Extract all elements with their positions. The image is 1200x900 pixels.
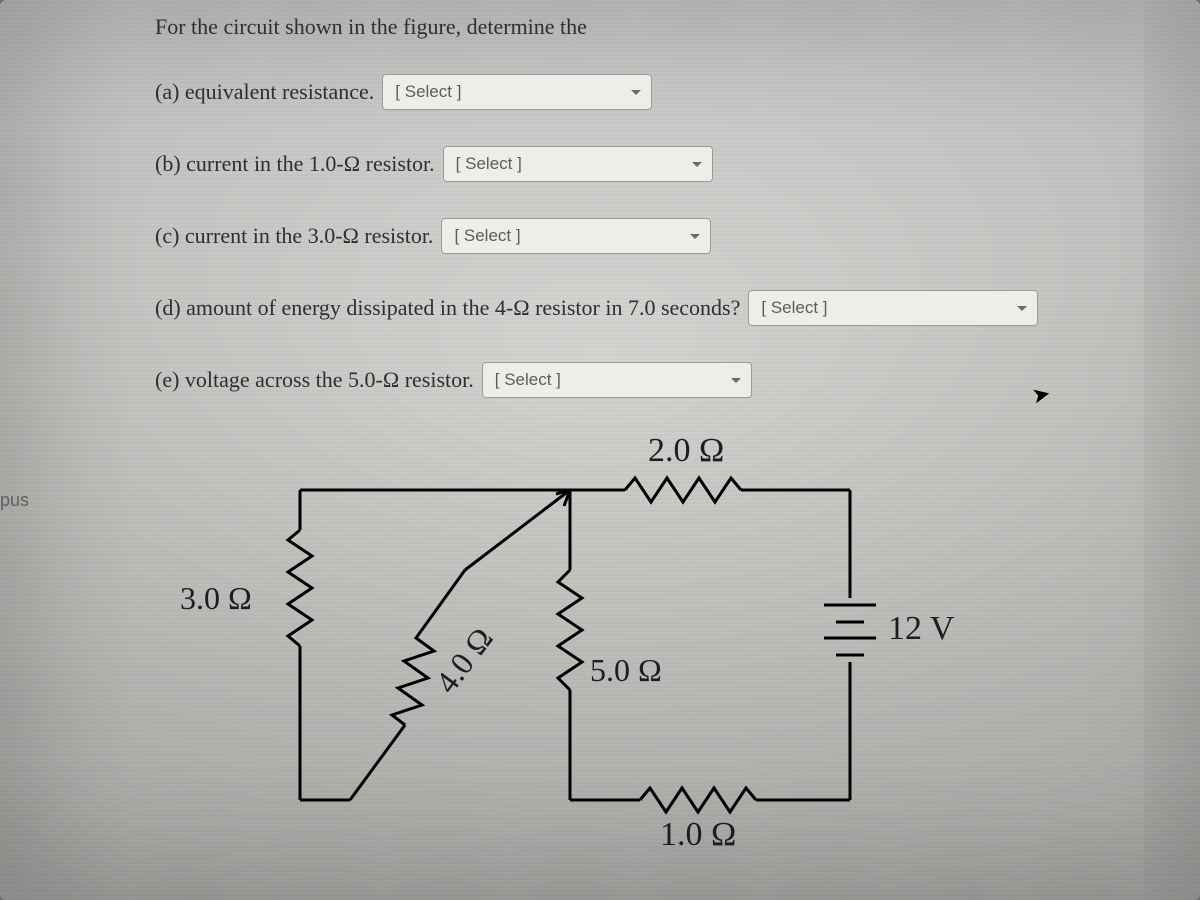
- intro-text: For the circuit shown in the figure, det…: [155, 14, 587, 40]
- part-e-row: (e) voltage across the 5.0-Ω resistor. […: [155, 362, 1165, 398]
- part-d-select-wrap: [ Select ]: [748, 290, 1038, 326]
- circuit-diagram: 3.0 Ω 4.0 Ω 5.0 Ω 2.0 Ω 1.0 Ω 12 V: [170, 430, 1040, 880]
- part-b-row: (b) current in the 1.0-Ω resistor. [ Sel…: [155, 146, 1165, 182]
- part-b-select-wrap: [ Select ]: [443, 146, 713, 182]
- part-b-text: (b) current in the 1.0-Ω resistor.: [155, 151, 435, 177]
- part-a-text: (a) equivalent resistance.: [155, 79, 374, 105]
- part-a-row: (a) equivalent resistance. [ Select ]: [155, 74, 1165, 110]
- part-c-text: (c) current in the 3.0-Ω resistor.: [155, 223, 433, 249]
- sidebar-fragment: pus: [0, 490, 29, 511]
- question-content: For the circuit shown in the figure, det…: [155, 14, 1165, 424]
- part-a-select-wrap: [ Select ]: [382, 74, 652, 110]
- part-e-text: (e) voltage across the 5.0-Ω resistor.: [155, 367, 474, 393]
- part-b-select[interactable]: [ Select ]: [443, 146, 713, 182]
- label-r-mid: 5.0 Ω: [590, 652, 662, 689]
- part-e-select[interactable]: [ Select ]: [482, 362, 752, 398]
- screen: pus For the circuit shown in the figure,…: [0, 0, 1200, 900]
- part-d-row: (d) amount of energy dissipated in the 4…: [155, 290, 1165, 326]
- part-c-select-wrap: [ Select ]: [441, 218, 711, 254]
- label-r-top: 2.0 Ω: [648, 432, 724, 470]
- part-d-select[interactable]: [ Select ]: [748, 290, 1038, 326]
- label-battery: 12 V: [888, 610, 954, 648]
- part-e-select-wrap: [ Select ]: [482, 362, 752, 398]
- part-c-select[interactable]: [ Select ]: [441, 218, 711, 254]
- part-a-select[interactable]: [ Select ]: [382, 74, 652, 110]
- label-r-bottom: 1.0 Ω: [660, 816, 736, 854]
- part-d-text: (d) amount of energy dissipated in the 4…: [155, 295, 740, 321]
- part-c-row: (c) current in the 3.0-Ω resistor. [ Sel…: [155, 218, 1165, 254]
- question-intro: For the circuit shown in the figure, det…: [155, 14, 1165, 40]
- label-r-left: 3.0 Ω: [180, 580, 252, 617]
